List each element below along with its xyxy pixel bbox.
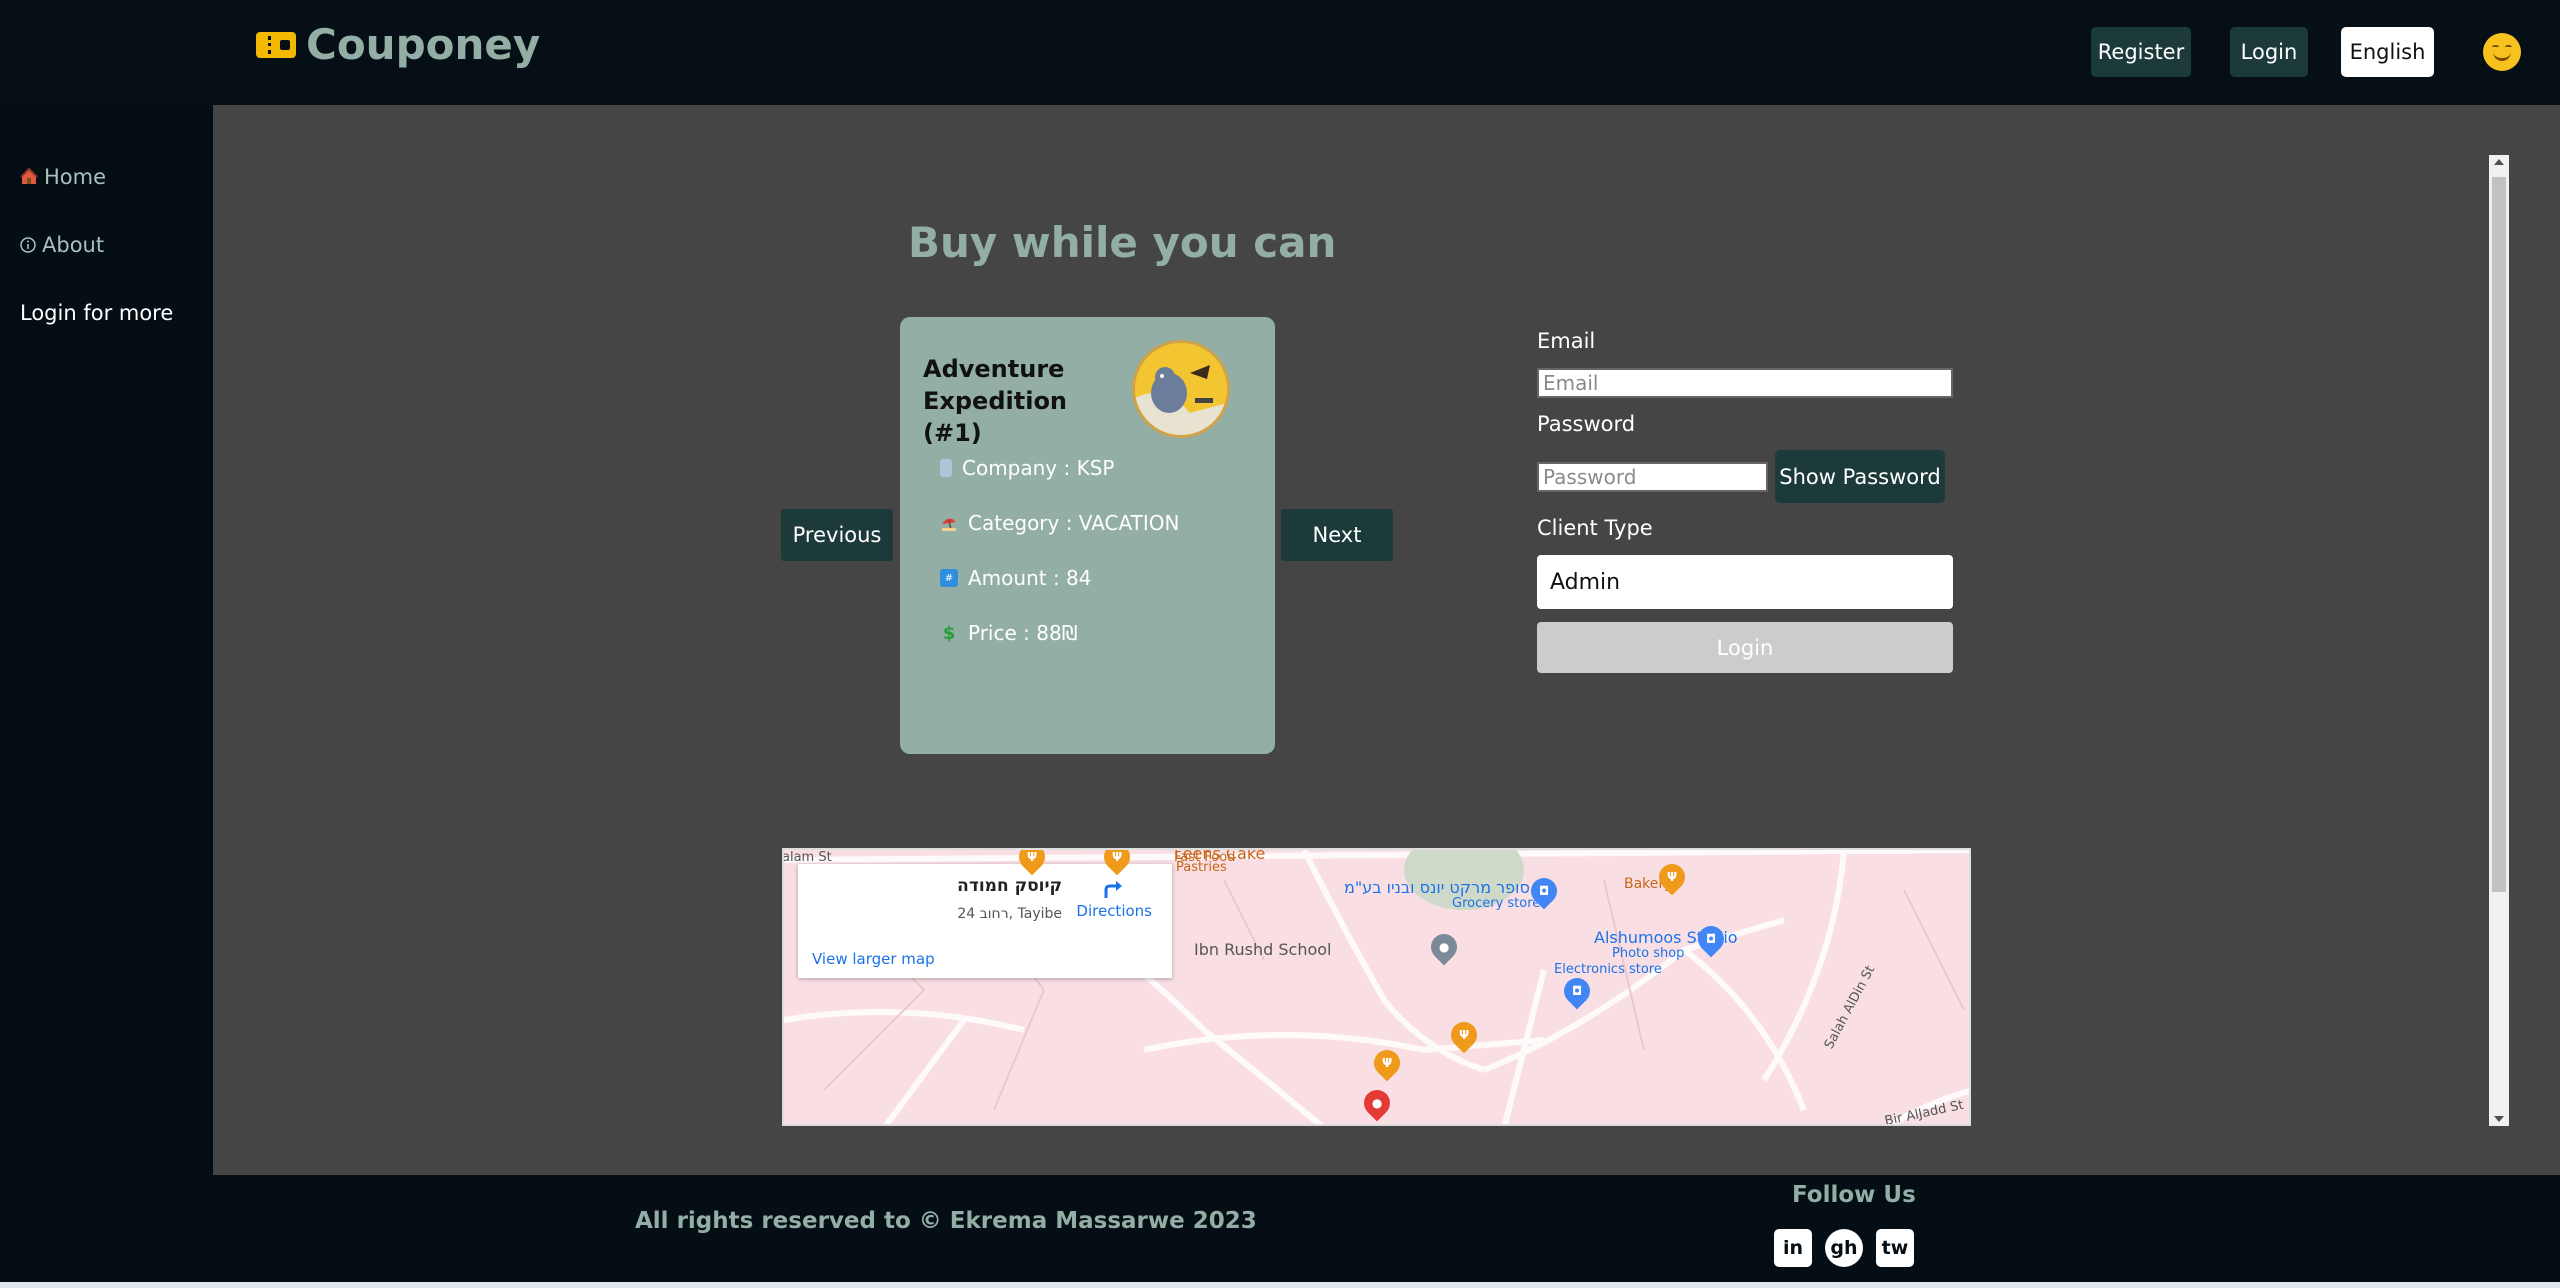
register-button[interactable]: Register <box>2091 27 2191 77</box>
numbers-icon: # <box>940 569 958 587</box>
directions-icon <box>1104 881 1123 898</box>
map-label-studio-sub: Photo shop <box>1612 946 1685 961</box>
coupon-company: Company : KSP <box>940 456 1114 480</box>
map-label-grocery: סופר מרקט יונס ובניו בע"מ <box>1344 878 1530 897</box>
sidebar-item-label: Home <box>44 165 107 189</box>
page-title: Buy while you can <box>908 218 1337 267</box>
view-larger-map-link[interactable]: View larger map <box>812 950 935 968</box>
sidebar-item-home[interactable]: Home <box>20 165 106 189</box>
login-nav-button[interactable]: Login <box>2230 27 2308 77</box>
smiley-icon[interactable] <box>2483 33 2521 71</box>
coupon-category: Category : VACATION <box>940 511 1179 535</box>
email-label: Email <box>1537 329 1596 353</box>
show-password-button[interactable]: Show Password <box>1775 450 1945 503</box>
embedded-map[interactable]: קיוסק חמודה רחוב 24, Tayibe Directions V… <box>782 848 1971 1126</box>
logo[interactable]: Couponey <box>256 20 540 69</box>
dollar-icon: $ <box>942 622 956 644</box>
scroll-up-icon[interactable] <box>2494 159 2504 165</box>
map-place-card: קיוסק חמודה רחוב 24, Tayibe Directions V… <box>798 864 1172 978</box>
sidebar-item-about[interactable]: About <box>20 233 104 257</box>
coupon-amount: # Amount : 84 <box>940 566 1092 590</box>
client-type-select[interactable]: Admin <box>1537 555 1953 609</box>
coupon-image <box>1132 340 1230 438</box>
scroll-thumb[interactable] <box>2492 177 2506 892</box>
next-button[interactable]: Next <box>1281 509 1393 561</box>
house-icon <box>20 168 38 184</box>
sidebar-item-label: About <box>42 233 105 257</box>
page-scrollbar[interactable] <box>2489 155 2509 1126</box>
twitter-icon[interactable]: tw <box>1876 1229 1914 1267</box>
coupon-title: Adventure Expedition (#1) <box>923 355 1068 447</box>
client-type-label: Client Type <box>1537 516 1653 540</box>
login-submit-button[interactable]: Login <box>1537 622 1953 673</box>
place-name: קיוסק חמודה <box>957 876 1062 896</box>
info-icon <box>20 237 36 253</box>
beach-umbrella-icon <box>940 514 958 532</box>
coupon-card[interactable]: Adventure Expedition (#1) Company : KSP … <box>900 317 1275 754</box>
password-field[interactable]: Password <box>1537 462 1768 492</box>
coupon-price: $ Price : 88₪ <box>940 621 1078 645</box>
copyright-text: All rights reserved to © Ekrema Massarwe… <box>635 1208 1257 1234</box>
ticket-icon <box>256 31 296 58</box>
bottom-strip <box>0 1282 2560 1288</box>
follow-us-heading: Follow Us <box>1792 1182 1916 1208</box>
linkedin-icon[interactable]: in <box>1774 1229 1812 1267</box>
sidebar: Home About Login for more <box>0 105 213 1175</box>
language-button[interactable]: English <box>2341 27 2434 77</box>
email-field[interactable]: Email <box>1537 368 1953 398</box>
sidebar-item-label: Login for more <box>20 301 174 325</box>
map-label-school: Ibn Rushd School <box>1194 940 1332 959</box>
previous-button[interactable]: Previous <box>781 509 893 561</box>
map-label-street3: alam St <box>782 850 832 865</box>
map-label-cake-sub: Pastries <box>1176 860 1227 875</box>
logo-text: Couponey <box>306 20 541 69</box>
map-label-electronics: Electronics store <box>1554 962 1662 977</box>
directions-button[interactable]: Directions <box>1076 878 1152 920</box>
github-icon[interactable]: gh <box>1825 1229 1863 1267</box>
place-address: רחוב 24, Tayibe <box>957 906 1062 922</box>
password-label: Password <box>1537 412 1636 436</box>
sidebar-item-login-more[interactable]: Login for more <box>20 301 173 325</box>
scroll-down-icon[interactable] <box>2494 1116 2504 1122</box>
top-header: Couponey Register Login English <box>0 0 2560 105</box>
map-label-grocery-sub: Grocery store <box>1452 896 1541 911</box>
building-icon <box>940 459 952 477</box>
